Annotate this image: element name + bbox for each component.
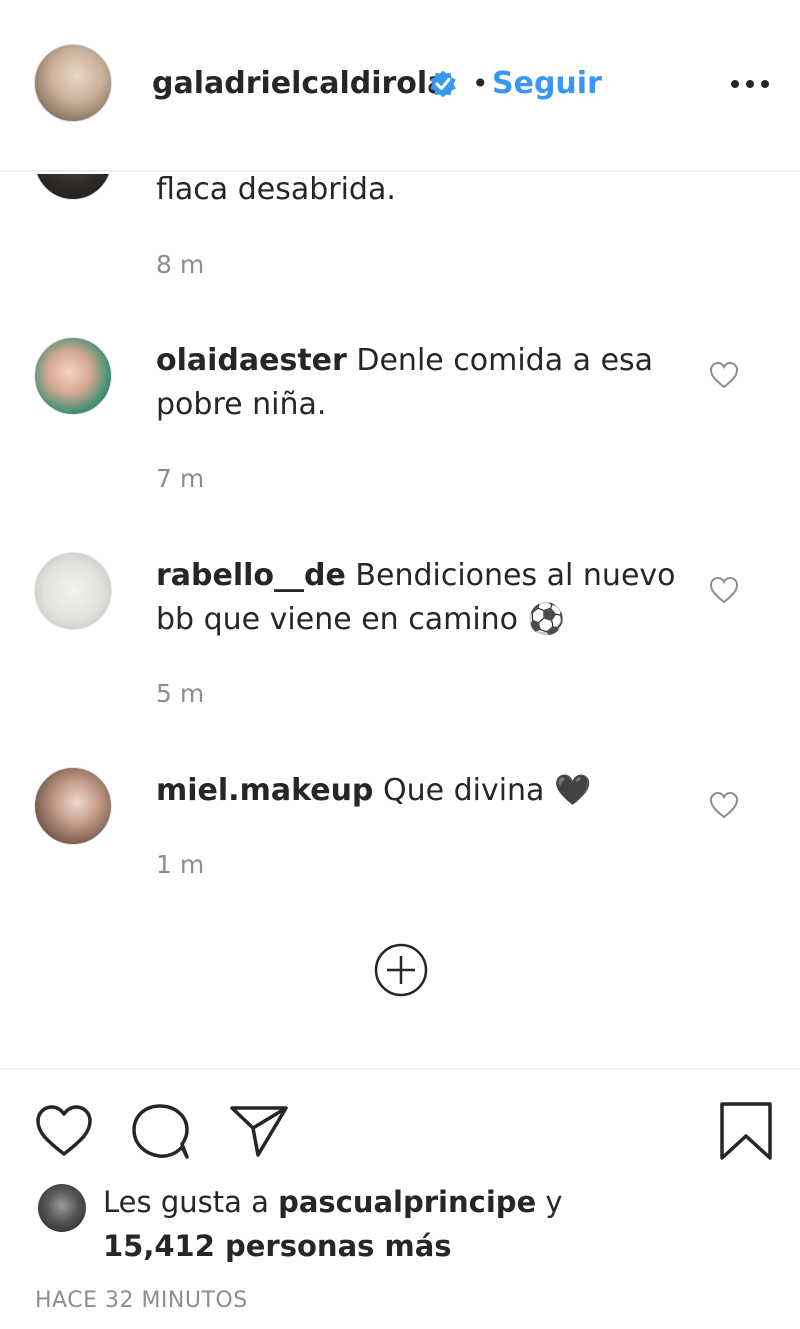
likes-conjunction: y: [545, 1185, 563, 1219]
comment-text: miel.makeup Que divina 🖤: [156, 769, 676, 813]
comment-username[interactable]: olaidaester: [156, 343, 347, 378]
comment-time[interactable]: 7 m: [156, 464, 204, 494]
author-username[interactable]: galadrielcaldirola: [152, 64, 447, 104]
comment-text: flaca desabrida.: [156, 174, 676, 212]
header-separator: •: [472, 67, 489, 100]
more-options-icon[interactable]: [731, 80, 769, 90]
comment-text: rabello__de Bendiciones al nuevo bb que …: [156, 554, 676, 642]
verified-badge-icon: [430, 70, 456, 98]
likes-count-link[interactable]: 15,412 personas más: [103, 1229, 452, 1263]
likes-summary: Les gusta a pascualprincipe y 15,412 per…: [103, 1180, 703, 1268]
post-actions-section: Les gusta a pascualprincipe y 15,412 per…: [0, 1068, 800, 1329]
like-comment-heart-icon[interactable]: [708, 360, 740, 390]
commenter-avatar[interactable]: [34, 337, 112, 415]
liker-avatar[interactable]: [38, 1184, 86, 1232]
save-bookmark-icon[interactable]: [718, 1100, 774, 1162]
liker-username[interactable]: pascualprincipe: [278, 1185, 536, 1219]
commenter-avatar[interactable]: [34, 767, 112, 845]
like-comment-heart-icon[interactable]: [708, 790, 740, 820]
likes-prefix: Les gusta a: [103, 1185, 269, 1219]
comment-time[interactable]: 5 m: [156, 679, 204, 709]
comment-body: Que divina 🖤: [382, 773, 592, 808]
like-heart-icon[interactable]: [34, 1104, 94, 1158]
comments-list: flaca desabrida. 8 m olaidaester Denle c…: [0, 174, 800, 1068]
commenter-avatar[interactable]: [34, 552, 112, 630]
comment-time[interactable]: 1 m: [156, 850, 204, 880]
share-send-icon[interactable]: [228, 1104, 290, 1158]
comment-body: flaca desabrida.: [156, 174, 396, 207]
like-comment-heart-icon[interactable]: [708, 575, 740, 605]
load-more-comments-icon[interactable]: [373, 942, 429, 998]
post-header: galadrielcaldirola • Seguir: [0, 0, 800, 172]
comment-time[interactable]: 8 m: [156, 250, 204, 280]
comment-username[interactable]: miel.makeup: [156, 773, 373, 808]
author-avatar[interactable]: [34, 44, 112, 122]
commenter-avatar[interactable]: [34, 174, 112, 200]
post-timestamp[interactable]: HACE 32 MINUTOS: [35, 1288, 248, 1313]
comment-username[interactable]: rabello__de: [156, 558, 346, 593]
comment-bubble-icon[interactable]: [130, 1102, 192, 1160]
follow-button[interactable]: Seguir: [492, 64, 602, 104]
comment-text: olaidaester Denle comida a esa pobre niñ…: [156, 339, 676, 427]
